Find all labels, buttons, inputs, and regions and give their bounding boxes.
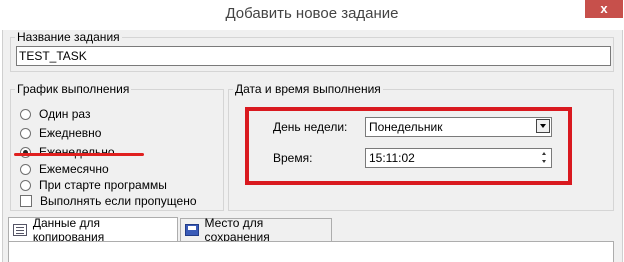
window-title: Добавить новое задание	[225, 5, 399, 22]
weekday-value: Понедельник	[369, 120, 443, 134]
tab-copy-data[interactable]: Данные для копирования	[8, 216, 178, 244]
task-name-legend: Название задания	[15, 30, 122, 44]
weekday-select[interactable]: Понедельник	[365, 117, 552, 137]
tab-panel	[8, 242, 614, 262]
datetime-legend: Дата и время выполнения	[233, 82, 383, 96]
radio-on-startup-label: При старте программы	[39, 178, 167, 192]
radio-weekly[interactable]: Еженедельно	[20, 144, 115, 160]
radio-monthly[interactable]: Ежемесячно	[20, 161, 109, 177]
time-value: 15:11:02	[369, 151, 415, 165]
save-icon	[185, 224, 199, 236]
radio-once-label: Один раз	[39, 107, 91, 121]
radio-monthly-label: Ежемесячно	[39, 162, 109, 176]
radio-once-indicator[interactable]	[20, 108, 31, 120]
missed-checkbox-box[interactable]	[20, 195, 32, 207]
missed-checkbox-label: Выполнять если пропущено	[40, 194, 197, 208]
radio-weekly-label: Еженедельно	[39, 145, 115, 159]
schedule-legend: График выполнения	[15, 82, 132, 96]
time-label: Время:	[273, 151, 313, 165]
tab-save-location[interactable]: Место для сохранения	[180, 216, 332, 244]
radio-daily-indicator[interactable]	[20, 127, 31, 139]
copy-icon	[13, 224, 27, 236]
radio-daily[interactable]: Ежедневно	[20, 125, 101, 141]
highlight-underline	[14, 153, 144, 156]
tab-save-location-label: Место для сохранения	[204, 216, 270, 244]
spin-up-icon[interactable]	[539, 150, 550, 158]
time-spinner[interactable]: 15:11:02	[365, 148, 552, 168]
radio-monthly-indicator[interactable]	[20, 163, 31, 175]
close-button[interactable]: x	[585, 0, 623, 18]
task-name-input[interactable]: TEST_TASK	[16, 46, 611, 66]
radio-once[interactable]: Один раз	[20, 106, 90, 122]
title-bar: Добавить новое задание x	[0, 0, 624, 30]
missed-checkbox[interactable]: Выполнять если пропущено	[20, 193, 197, 209]
tab-copy-data-label: Данные для копирования	[32, 216, 105, 244]
radio-daily-label: Ежедневно	[39, 126, 102, 140]
weekday-label: День недели:	[273, 120, 348, 134]
spin-down-icon[interactable]	[539, 158, 550, 166]
chevron-down-icon[interactable]	[536, 119, 550, 133]
radio-on-startup[interactable]: При старте программы	[20, 177, 167, 193]
radio-on-startup-indicator[interactable]	[20, 179, 31, 191]
